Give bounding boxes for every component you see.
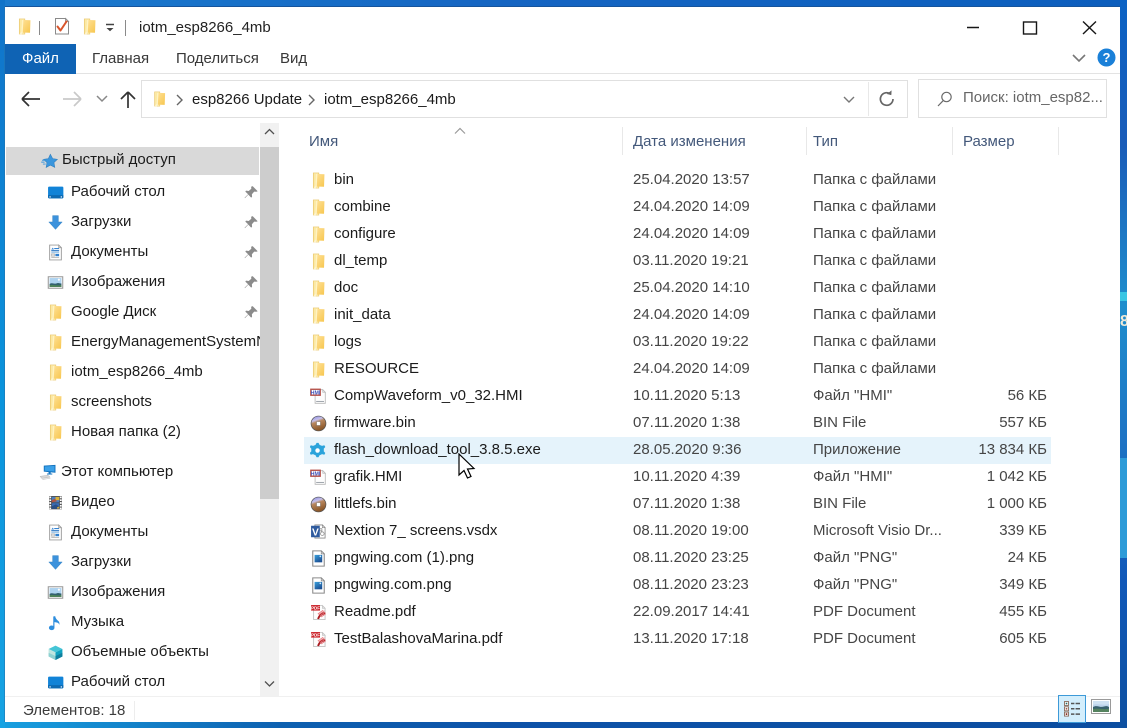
svg-text:?: ? (1103, 50, 1111, 65)
